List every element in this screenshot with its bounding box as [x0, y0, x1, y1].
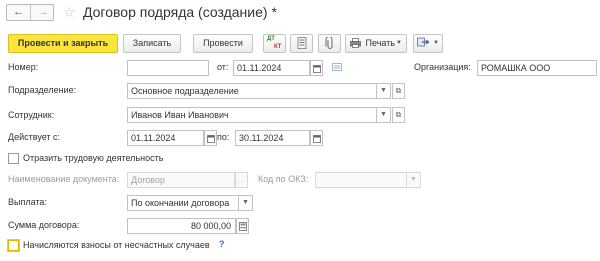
- paperclip-icon[interactable]: [318, 34, 341, 53]
- okz-code-field[interactable]: [315, 172, 407, 188]
- number-field[interactable]: [127, 60, 209, 76]
- kt-label: КТ: [274, 44, 282, 50]
- valid-from-label: Действует с:: [8, 132, 61, 142]
- valid-to-field[interactable]: 30.11.2024: [235, 130, 310, 146]
- navigation-buttons: ← →: [6, 4, 54, 21]
- journal-list-icon[interactable]: [290, 34, 313, 53]
- employee-field[interactable]: Иванов Иван Иванович: [127, 107, 377, 123]
- document-name-label: Наименование документа:: [8, 174, 120, 184]
- print-menu-button[interactable]: Печать ▼: [345, 34, 407, 53]
- number-label: Номер:: [8, 62, 39, 72]
- okz-dropdown-icon[interactable]: ▼: [407, 172, 421, 188]
- move-arrows-icon: [417, 37, 430, 47]
- calendar-icon[interactable]: [310, 130, 323, 146]
- accident-contributions-label: Начисляются взносы от несчастных случаев: [23, 240, 210, 250]
- document-name-field[interactable]: Договор: [127, 172, 235, 188]
- department-label: Подразделение:: [8, 85, 77, 95]
- organization-field[interactable]: РОМАШКА ООО: [477, 60, 597, 76]
- calculator-icon[interactable]: [236, 218, 249, 234]
- more-actions-button[interactable]: ▼: [413, 34, 443, 53]
- contract-sum-field[interactable]: 80 000,00: [127, 218, 236, 234]
- dt-label: ДТ: [267, 36, 275, 42]
- chevron-down-icon: ▼: [396, 40, 402, 46]
- chevron-down-icon: ▼: [433, 40, 439, 46]
- department-open-icon[interactable]: ⧉: [392, 83, 405, 99]
- valid-from-field[interactable]: 01.11.2024: [127, 130, 204, 146]
- calendar-icon[interactable]: [310, 60, 323, 76]
- payment-dropdown-icon[interactable]: ▼: [239, 195, 253, 211]
- document-date-field[interactable]: 01.11.2024: [233, 60, 310, 76]
- okz-code-label: Код по ОКЗ:: [258, 174, 309, 184]
- notes-icon[interactable]: [332, 63, 342, 71]
- department-dropdown-icon[interactable]: ▼: [377, 83, 391, 99]
- printer-icon: [350, 37, 361, 48]
- labor-activity-label: Отразить трудовую деятельность: [23, 153, 164, 163]
- page-title: Договор подряда (создание) *: [83, 4, 277, 20]
- favorite-star-icon[interactable]: ☆: [63, 3, 76, 21]
- labor-activity-checkbox[interactable]: [8, 153, 19, 164]
- employee-dropdown-icon[interactable]: ▼: [377, 107, 391, 123]
- accident-contributions-checkbox[interactable]: [8, 240, 19, 251]
- payment-label: Выплата:: [8, 197, 47, 207]
- forward-button[interactable]: →: [31, 5, 55, 20]
- calendar-icon[interactable]: [204, 130, 217, 146]
- department-field[interactable]: Основное подразделение: [127, 83, 377, 99]
- post-button[interactable]: Провести: [193, 34, 253, 53]
- payment-select[interactable]: По окончании договора: [127, 195, 239, 211]
- help-icon[interactable]: ?: [219, 239, 225, 249]
- valid-to-label: по:: [217, 132, 230, 142]
- date-from-label: от:: [217, 62, 229, 72]
- dt-kt-button[interactable]: ДТ КТ: [263, 34, 286, 53]
- employee-open-icon[interactable]: ⧉: [392, 107, 405, 123]
- print-label: Печать: [365, 38, 395, 48]
- organization-label: Организация:: [414, 62, 471, 72]
- back-button[interactable]: ←: [7, 5, 31, 20]
- contract-sum-label: Сумма договора:: [8, 220, 80, 230]
- employee-label: Сотрудник:: [8, 110, 55, 120]
- post-and-close-button[interactable]: Провести и закрыть: [8, 34, 118, 53]
- document-name-select-icon[interactable]: …: [235, 172, 248, 188]
- save-button[interactable]: Записать: [123, 34, 181, 53]
